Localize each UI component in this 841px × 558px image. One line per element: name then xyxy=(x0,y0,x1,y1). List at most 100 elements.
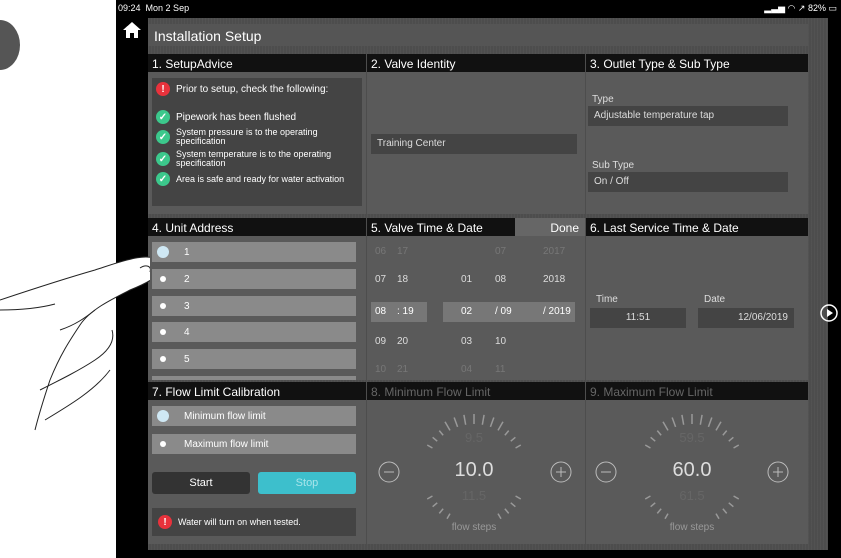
picker-value[interactable]: 04 xyxy=(461,364,472,375)
gauge-tick xyxy=(644,444,651,449)
max-flow-option[interactable]: Maximum flow limit xyxy=(152,434,356,454)
picker-value[interactable]: 2017 xyxy=(543,246,565,257)
picker-value[interactable]: 10 xyxy=(495,336,506,347)
panel-valve-time: 5. Valve Time & Date Done 06 17 07 2017 07 18… xyxy=(367,218,585,380)
gauge-tick xyxy=(722,508,728,514)
min-flow-option[interactable]: Minimum flow limit xyxy=(152,406,356,426)
picker-value[interactable]: 11 xyxy=(495,364,505,375)
time-label: Time xyxy=(596,294,618,305)
check-icon: ✓ xyxy=(156,130,170,144)
address-label: 3 xyxy=(184,300,190,312)
home-icon[interactable] xyxy=(122,20,142,40)
gauge-tick xyxy=(662,421,669,431)
panel-valve-identity: 2. Valve Identity Training Center xyxy=(367,54,585,214)
date-label: Date xyxy=(704,294,726,305)
type-label: Type xyxy=(592,94,614,105)
picker-value[interactable]: 10 xyxy=(375,364,386,375)
radio-icon xyxy=(160,441,166,447)
type-field[interactable]: Adjustable temperature tap xyxy=(588,106,788,126)
picker-value[interactable]: : 19 xyxy=(397,306,414,317)
service-time-field[interactable]: 11:51 xyxy=(590,308,686,328)
check-item: ✓ Area is safe and ready for water activ… xyxy=(156,172,356,186)
address-label: 4 xyxy=(184,326,190,338)
gauge-tick xyxy=(497,421,504,431)
panel-outlet-type: 3. Outlet Type & Sub Type Type Adjustabl… xyxy=(586,54,808,214)
gauge-tick xyxy=(733,495,740,500)
check-text: System pressure is to the operating spec… xyxy=(176,127,318,146)
panel-title: 7. Flow Limit Calibration xyxy=(148,382,366,400)
panel-last-service: 6. Last Service Time & Date Time Date 11… xyxy=(586,218,808,380)
gauge-tick xyxy=(681,414,685,425)
picker-value[interactable]: 07 xyxy=(495,246,506,257)
picker-value[interactable]: 08 xyxy=(375,306,386,317)
gauge-tick xyxy=(715,421,722,431)
address-option[interactable]: 2 xyxy=(152,269,356,289)
gauge-tick xyxy=(671,417,677,428)
picker-value[interactable]: 09 xyxy=(375,336,386,347)
picker-value[interactable]: 21 xyxy=(397,364,408,375)
address-label: 1 xyxy=(184,246,190,258)
gauge-tick xyxy=(656,430,662,436)
play-icon[interactable] xyxy=(820,304,838,322)
gauge-tick xyxy=(644,495,651,500)
service-date-field[interactable]: 12/06/2019 xyxy=(698,308,794,328)
picker-value[interactable]: 03 xyxy=(461,336,472,347)
radio-icon xyxy=(160,329,166,335)
note-text: Water will turn on when tested. xyxy=(178,517,301,527)
address-option[interactable] xyxy=(152,376,356,380)
picker-value[interactable]: 06 xyxy=(375,246,386,257)
flow-value: 10.0 xyxy=(455,459,494,481)
gauge-tick xyxy=(728,502,734,508)
valve-identity-field[interactable]: Training Center xyxy=(371,134,577,154)
picker-value[interactable]: 20 xyxy=(397,336,408,347)
status-bar: 09:24 Mon 2 Sep ▂▃▅ ◠ ↗ 82% ▭ xyxy=(116,0,841,16)
address-option[interactable]: 3 xyxy=(152,296,356,316)
check-icon: ✓ xyxy=(156,172,170,186)
subtype-field[interactable]: On / Off xyxy=(588,172,788,192)
picker-value[interactable]: 18 xyxy=(397,274,408,285)
panel-title: 2. Valve Identity xyxy=(367,54,585,72)
radio-icon xyxy=(160,276,166,282)
picker-value[interactable]: 07 xyxy=(375,274,386,285)
check-icon: ✓ xyxy=(156,110,170,124)
panel-title: 4. Unit Address xyxy=(148,218,366,236)
start-button[interactable]: Start xyxy=(152,472,250,494)
picker-value[interactable]: 08 xyxy=(495,274,506,285)
gauge-tick xyxy=(453,417,459,428)
value-below: 11.5 xyxy=(462,488,486,503)
check-text: System temperature is to the operating s… xyxy=(176,149,332,168)
address-option[interactable]: 4 xyxy=(152,322,356,342)
max-flow-gauge[interactable]: 59.5 60.0 61.5 flow steps xyxy=(586,400,808,544)
picker-value[interactable]: / 2019 xyxy=(543,306,571,317)
address-option[interactable]: 5 xyxy=(152,349,356,369)
edge-shape xyxy=(0,20,20,70)
picker-value[interactable]: 2018 xyxy=(543,274,565,285)
status-time: 09:24 Mon 2 Sep xyxy=(118,3,190,13)
panel-max-flow: 9. Maximum Flow Limit 59.5 60.0 61.5 flo… xyxy=(586,382,808,544)
ipad-screen: 09:24 Mon 2 Sep ▂▃▅ ◠ ↗ 82% ▭ Installati… xyxy=(116,0,841,558)
stop-button[interactable]: Stop xyxy=(258,472,356,494)
gauge-tick xyxy=(481,414,485,425)
warning-icon: ! xyxy=(158,515,172,529)
done-button[interactable]: Done xyxy=(515,218,585,236)
picker-value[interactable]: 01 xyxy=(461,274,472,285)
gauge-tick xyxy=(463,414,467,425)
address-option[interactable]: 1 xyxy=(152,242,356,262)
picker-value[interactable]: 17 xyxy=(397,246,408,257)
subtype-label: Sub Type xyxy=(592,160,635,171)
gauge-tick xyxy=(733,444,740,449)
gauge-tick xyxy=(426,444,433,449)
gauge-tick xyxy=(446,513,451,520)
status-indicators: ▂▃▅ ◠ ↗ 82% ▭ xyxy=(764,3,837,13)
gauge-tick xyxy=(426,495,433,500)
picker-value[interactable]: 02 xyxy=(461,306,472,317)
radio-icon xyxy=(157,410,169,422)
panel-min-flow: 8. Minimum Flow Limit 9.5 10.0 11.5 flow… xyxy=(367,382,585,544)
warning-row: ! Prior to setup, check the following: xyxy=(156,82,356,96)
picker-value[interactable]: / 09 xyxy=(495,306,512,317)
gauge-tick xyxy=(497,513,502,520)
option-label: Maximum flow limit xyxy=(184,438,269,450)
gauge-tick xyxy=(504,508,510,514)
gauge-tick xyxy=(489,417,495,428)
min-flow-gauge[interactable]: 9.5 10.0 11.5 flow steps xyxy=(367,400,585,544)
